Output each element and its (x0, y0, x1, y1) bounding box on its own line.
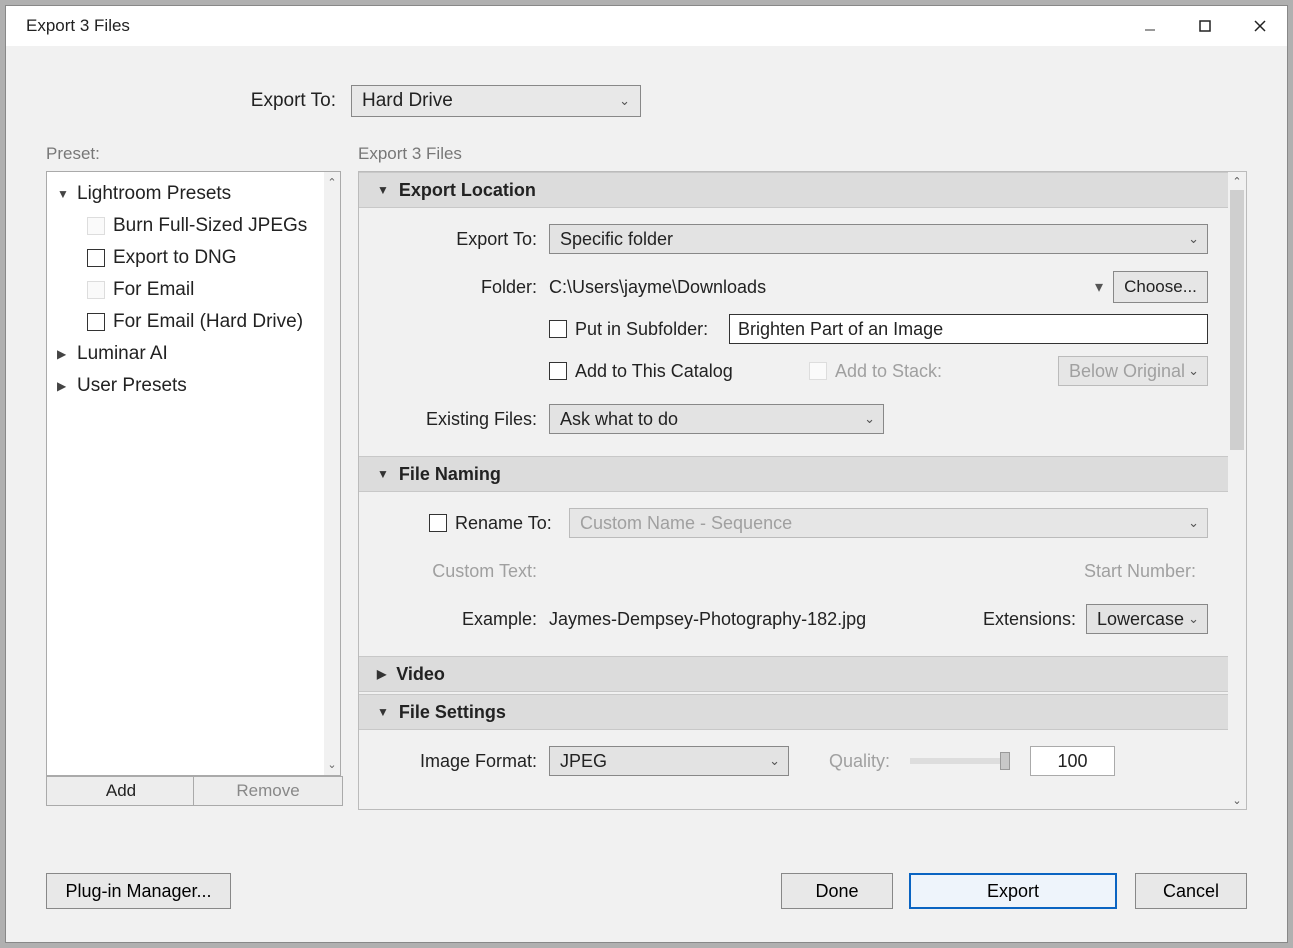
slider-thumb-icon[interactable] (1000, 752, 1010, 770)
chevron-down-icon: ⌄ (1188, 231, 1199, 247)
preset-item[interactable]: Burn Full-Sized JPEGs (47, 210, 324, 242)
scrollbar-thumb[interactable] (1230, 190, 1244, 450)
chevron-down-icon: ⌄ (1188, 515, 1199, 531)
folder-path: C:\Users\jayme\Downloads (549, 277, 1085, 298)
scroll-up-icon[interactable]: ⌃ (1228, 172, 1246, 190)
preset-group[interactable]: ▼Lightroom Presets (47, 178, 324, 210)
export-to-label: Export To: (6, 90, 351, 112)
add-stack-label: Add to Stack: (835, 361, 942, 382)
chevron-down-icon: ⌄ (1188, 363, 1199, 379)
checkbox-icon[interactable] (87, 217, 105, 235)
add-button[interactable]: Add (46, 776, 196, 806)
section-file-settings[interactable]: ▼File Settings (359, 694, 1228, 730)
example-label: Example: (359, 609, 549, 630)
preset-item[interactable]: For Email (47, 274, 324, 306)
scroll-up-icon: ⌃ (327, 176, 336, 189)
image-format-label: Image Format: (359, 751, 549, 772)
section-video[interactable]: ▶Video (359, 656, 1228, 692)
preset-list: ▼Lightroom Presets Burn Full-Sized JPEGs… (46, 171, 341, 776)
plugin-manager-button[interactable]: Plug-in Manager... (46, 873, 231, 909)
choose-button[interactable]: Choose... (1113, 271, 1208, 303)
preset-group[interactable]: ▶Luminar AI (47, 338, 324, 370)
export-to-select[interactable]: Hard Drive ⌄ (351, 85, 641, 117)
triangle-right-icon: ▶ (57, 379, 73, 393)
extensions-label: Extensions: (983, 609, 1076, 630)
chevron-down-icon: ⌄ (1188, 611, 1199, 627)
quality-input[interactable]: 100 (1030, 746, 1115, 776)
triangle-down-icon: ▼ (57, 187, 73, 201)
chevron-down-icon: ⌄ (769, 753, 780, 769)
stack-select: Below Original⌄ (1058, 356, 1208, 386)
rename-label: Rename To: (455, 513, 552, 534)
checkbox-icon[interactable] (87, 249, 105, 267)
add-stack-checkbox (809, 362, 827, 380)
add-catalog-checkbox[interactable] (549, 362, 567, 380)
section-file-naming[interactable]: ▼File Naming (359, 456, 1228, 492)
image-format-select[interactable]: JPEG⌄ (549, 746, 789, 776)
triangle-down-icon: ▼ (377, 467, 389, 481)
example-value: Jaymes-Dempsey-Photography-182.jpg (549, 609, 983, 630)
rename-checkbox[interactable] (429, 514, 447, 532)
triangle-down-icon: ▼ (377, 705, 389, 719)
section-export-location[interactable]: ▼Export Location (359, 172, 1228, 208)
add-catalog-label: Add to This Catalog (575, 361, 733, 382)
put-subfolder-label: Put in Subfolder: (575, 319, 708, 340)
el-export-to-select[interactable]: Specific folder⌄ (549, 224, 1208, 254)
chevron-down-icon: ⌄ (864, 411, 875, 427)
preset-item[interactable]: Export to DNG (47, 242, 324, 274)
existing-files-select[interactable]: Ask what to do⌄ (549, 404, 884, 434)
custom-text-label: Custom Text: (359, 561, 549, 582)
remove-button: Remove (193, 776, 343, 806)
checkbox-icon[interactable] (87, 281, 105, 299)
minimize-button[interactable] (1122, 6, 1177, 46)
close-button[interactable] (1232, 6, 1287, 46)
preset-item[interactable]: For Email (Hard Drive) (47, 306, 324, 338)
quality-slider[interactable] (910, 758, 1010, 764)
triangle-right-icon: ▶ (57, 347, 73, 361)
maximize-button[interactable] (1177, 6, 1232, 46)
main-scrollbar[interactable]: ⌃ ⌄ (1228, 172, 1246, 809)
scroll-down-icon[interactable]: ⌄ (1228, 791, 1246, 809)
rename-select: Custom Name - Sequence⌄ (569, 508, 1208, 538)
subfolder-input[interactable]: Brighten Part of an Image (729, 314, 1208, 344)
done-button[interactable]: Done (781, 873, 893, 909)
start-number-label: Start Number: (1084, 561, 1208, 582)
export-count-label: Export 3 Files (358, 144, 462, 164)
checkbox-icon[interactable] (87, 313, 105, 331)
existing-files-label: Existing Files: (359, 409, 549, 430)
window-title: Export 3 Files (26, 16, 130, 36)
preset-label: Preset: (46, 144, 100, 164)
folder-label: Folder: (359, 277, 549, 298)
triangle-right-icon: ▶ (377, 667, 386, 681)
scroll-down-icon: ⌄ (327, 758, 336, 771)
extensions-select[interactable]: Lowercase⌄ (1086, 604, 1208, 634)
quality-label: Quality: (829, 751, 910, 772)
chevron-down-icon: ⌄ (619, 93, 630, 109)
triangle-down-icon: ▼ (377, 183, 389, 197)
el-export-to-label: Export To: (359, 229, 549, 250)
preset-scrollbar[interactable]: ⌃⌄ (324, 172, 340, 775)
export-button[interactable]: Export (909, 873, 1117, 909)
cancel-button[interactable]: Cancel (1135, 873, 1247, 909)
folder-menu-icon[interactable]: ▾ (1095, 277, 1103, 297)
put-subfolder-checkbox[interactable] (549, 320, 567, 338)
preset-group[interactable]: ▶User Presets (47, 370, 324, 402)
